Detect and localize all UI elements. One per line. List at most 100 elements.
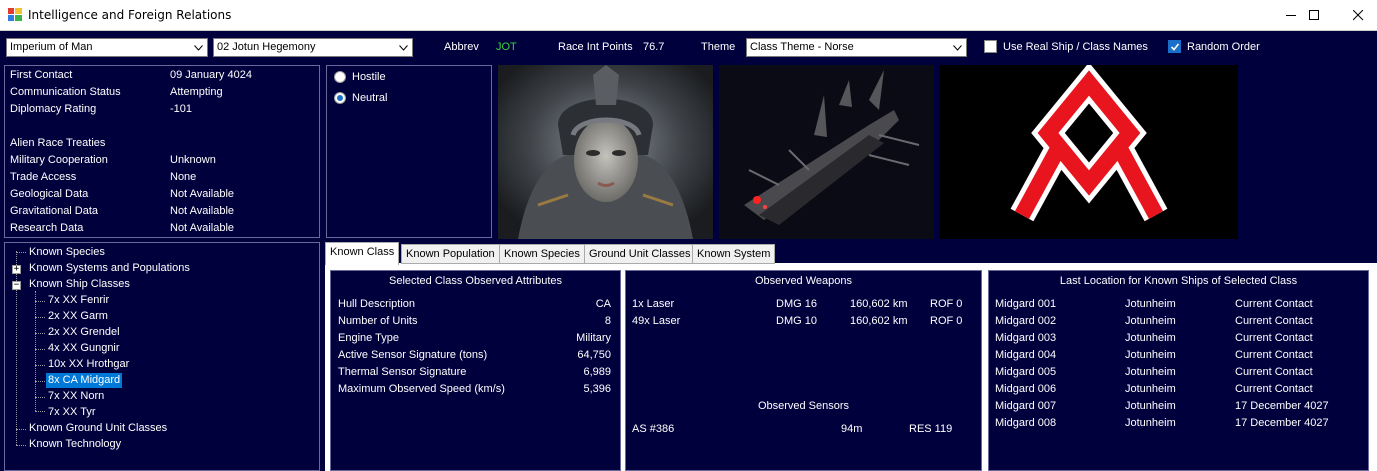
abbrev-value: JOT <box>496 41 517 53</box>
location-system: Jotunheim <box>1125 349 1176 361</box>
tree-line <box>35 397 45 398</box>
hostile-radio[interactable] <box>334 71 346 83</box>
attribute-value: 5,396 <box>583 383 611 395</box>
tree-line <box>35 381 45 382</box>
location-status: 17 December 4027 <box>1235 400 1329 412</box>
attribute-value: 64,750 <box>577 349 611 361</box>
weapon-name: 1x Laser <box>632 298 675 310</box>
alien-race-select[interactable]: 02 Jotun Hegemony <box>213 38 413 57</box>
location-ship: Midgard 001 <box>995 298 1057 310</box>
weapon-range: 160,602 km <box>850 298 908 310</box>
tree-line <box>35 317 45 318</box>
treaty-label: Gravitational Data <box>10 205 99 217</box>
location-system: Jotunheim <box>1125 366 1176 378</box>
tree-item-ship-class[interactable]: 2x XX Grendel <box>46 325 122 340</box>
tree-item-ship-class[interactable]: 7x XX Fenrir <box>46 293 111 308</box>
attribute-value: CA <box>595 298 611 310</box>
race-portrait <box>498 65 713 239</box>
weapon-name: 49x Laser <box>632 315 681 327</box>
location-system: Jotunheim <box>1125 332 1176 344</box>
location-ship: Midgard 008 <box>995 417 1057 429</box>
treaty-value: Not Available <box>170 188 235 200</box>
weapon-rof: ROF 0 <box>930 298 963 310</box>
stance-panel: Hostile Neutral <box>326 65 492 238</box>
window-title: Intelligence and Foreign Relations <box>28 8 232 22</box>
expand-plus-icon[interactable]: + <box>12 265 21 274</box>
tree-line <box>35 333 45 334</box>
attribute-value: 6,989 <box>583 366 611 378</box>
tree-item-ship-class[interactable]: 2x XX Garm <box>46 309 110 324</box>
portrait-illustration <box>498 65 713 239</box>
abbrev-label: Abbrev <box>444 41 479 53</box>
use-real-names-checkbox[interactable] <box>984 40 997 53</box>
maximize-button[interactable] <box>1291 0 1337 31</box>
tree-item-ship-class[interactable]: 4x XX Gungnir <box>46 341 122 356</box>
theme-select[interactable]: Class Theme - Norse <box>746 38 967 57</box>
location-ship: Midgard 002 <box>995 315 1057 327</box>
tree-item-known-species[interactable]: Known Species <box>27 245 107 260</box>
location-system: Jotunheim <box>1125 315 1176 327</box>
location-status: Current Contact <box>1235 349 1313 361</box>
tree-item-known-technology[interactable]: Known Technology <box>27 437 123 452</box>
location-system: Jotunheim <box>1125 383 1176 395</box>
treaties-header: Alien Race Treaties <box>10 137 106 149</box>
tree-item-ship-class[interactable]: 7x XX Tyr <box>46 405 97 420</box>
attribute-label: Hull Description <box>338 298 416 310</box>
tree-item-ship-class-selected[interactable]: 8x CA Midgard <box>46 373 123 388</box>
tree-item-known-systems[interactable]: Known Systems and Populations <box>27 261 192 276</box>
treaty-value: Unknown <box>170 154 216 166</box>
treaty-label: Research Data <box>10 222 84 234</box>
close-button[interactable] <box>1335 0 1377 31</box>
chevron-down-icon <box>395 39 412 56</box>
tree-item-ground-unit-classes[interactable]: Known Ground Unit Classes <box>27 421 169 436</box>
theme-value: Class Theme - Norse <box>750 41 854 53</box>
treaty-value: Not Available <box>170 222 235 234</box>
player-race-select[interactable]: Imperium of Man <box>6 38 208 57</box>
random-order-label: Random Order <box>1187 41 1260 53</box>
sensor-name: AS #386 <box>632 423 675 435</box>
location-status: 17 December 4027 <box>1235 417 1329 429</box>
location-system: Jotunheim <box>1125 400 1176 412</box>
tab-ground-unit-classes[interactable]: Ground Unit Classes <box>584 244 696 264</box>
first-contact-label: First Contact <box>10 69 73 81</box>
tree-line <box>35 349 45 350</box>
ship-illustration <box>719 65 934 239</box>
tree-item-ship-class[interactable]: 10x XX Hrothgar <box>46 357 131 372</box>
location-ship: Midgard 005 <box>995 366 1057 378</box>
attribute-label: Maximum Observed Speed (km/s) <box>338 383 505 395</box>
neutral-radio[interactable] <box>334 92 346 104</box>
location-status: Current Contact <box>1235 332 1313 344</box>
treaty-value: None <box>170 171 197 183</box>
communication-status-label: Communication Status <box>10 86 121 98</box>
location-status: Current Contact <box>1235 315 1313 327</box>
tab-known-system[interactable]: Known System <box>692 244 776 264</box>
tree-item-known-ship-classes[interactable]: Known Ship Classes <box>27 277 132 292</box>
weapon-damage: DMG 16 <box>776 298 817 310</box>
diplomacy-rating-value: -101 <box>170 103 193 115</box>
player-race-value: Imperium of Man <box>10 41 93 53</box>
neutral-label: Neutral <box>352 92 388 104</box>
random-order-checkbox[interactable] <box>1168 40 1181 53</box>
tree-line <box>35 365 45 366</box>
tab-known-population[interactable]: Known Population <box>401 244 500 264</box>
location-status: Current Contact <box>1235 366 1313 378</box>
use-real-names-label: Use Real Ship / Class Names <box>1003 41 1148 53</box>
location-ship: Midgard 003 <box>995 332 1057 344</box>
tree-item-ship-class[interactable]: 7x XX Norn <box>46 389 106 404</box>
intel-tree: Known Species + Known Systems and Popula… <box>4 242 320 471</box>
collapse-minus-icon[interactable]: − <box>12 281 21 290</box>
weapon-range: 160,602 km <box>850 315 908 327</box>
othala-rune-icon <box>940 65 1238 239</box>
communication-status-value: Attempting <box>170 86 223 98</box>
ship-image <box>719 65 934 239</box>
sensor-range: 94m <box>841 423 863 435</box>
observed-weapons-panel: Observed Weapons 1x Laser DMG 16 160,602… <box>625 270 982 471</box>
treaty-label: Trade Access <box>10 171 77 183</box>
toolbar: Imperium of Man 02 Jotun Hegemony Abbrev… <box>0 31 1377 62</box>
class-attributes-panel: Selected Class Observed Attributes Hull … <box>330 270 621 471</box>
sensor-resolution: RES 119 <box>909 423 953 435</box>
attribute-label: Thermal Sensor Signature <box>338 366 467 378</box>
tab-known-class[interactable]: Known Class <box>325 242 400 265</box>
sensors-title: Observed Sensors <box>757 400 850 412</box>
tab-known-species[interactable]: Known Species <box>499 244 585 264</box>
